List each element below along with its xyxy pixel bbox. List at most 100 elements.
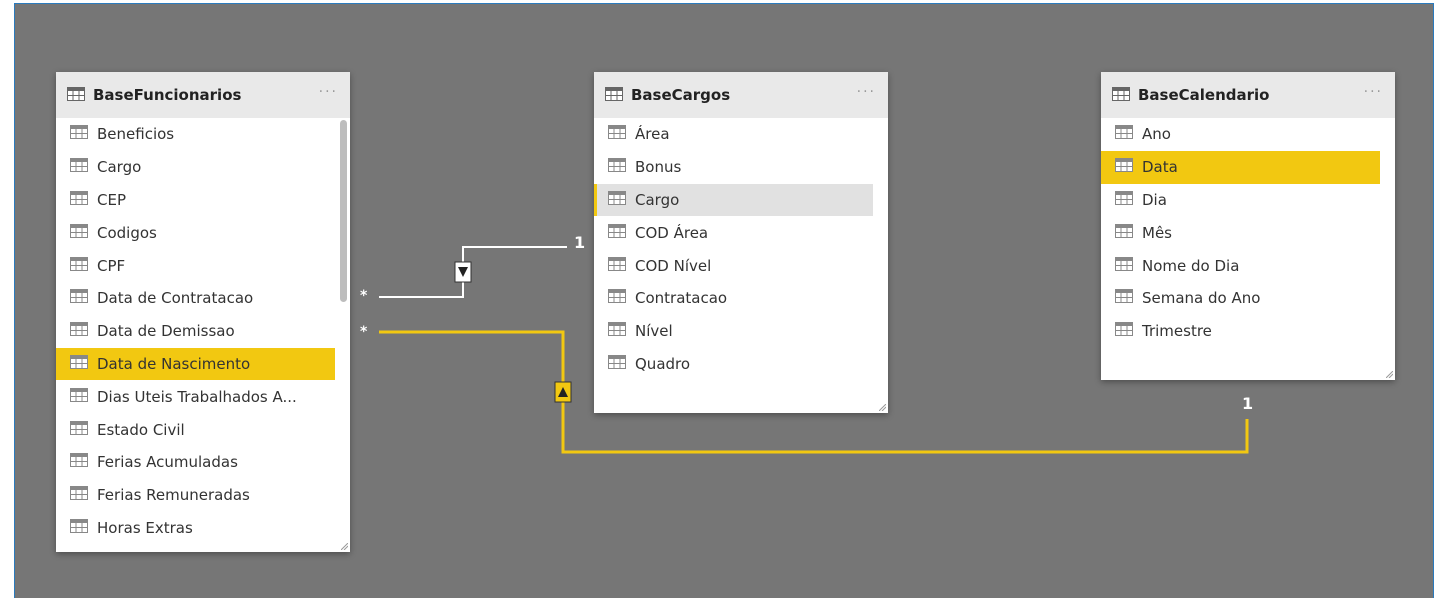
model-canvas[interactable]: * 1 * 1 BaseFuncionarios ··· Beneficios … — [14, 3, 1434, 598]
field-label: Nome do Dia — [1142, 256, 1240, 275]
field-label: Ano — [1142, 125, 1171, 144]
field-item-highlighted[interactable]: Data — [1101, 150, 1380, 184]
more-options-icon[interactable]: ··· — [1364, 84, 1383, 100]
field-item[interactable]: Codigos — [56, 216, 350, 249]
field-label: Semana do Ano — [1142, 289, 1261, 308]
field-item-highlighted[interactable]: Data de Nascimento — [56, 347, 335, 381]
field-label: COD Nível — [635, 256, 712, 275]
table-icon — [70, 453, 88, 471]
table-icon — [608, 289, 626, 307]
field-item[interactable]: Ferias Acumuladas — [56, 446, 350, 479]
field-item[interactable]: Bonus — [594, 151, 888, 184]
table-icon — [70, 289, 88, 307]
field-item[interactable]: Data de Contratacao — [56, 282, 350, 315]
table-icon — [70, 223, 88, 242]
one-marker-calendario: 1 — [1242, 394, 1254, 413]
table-icon — [1115, 256, 1133, 275]
field-label: Data de Contratacao — [97, 289, 254, 308]
field-item[interactable]: Beneficios — [56, 118, 350, 151]
more-options-icon[interactable]: ··· — [857, 84, 876, 100]
field-label: Trimestre — [1142, 322, 1212, 341]
field-item[interactable]: Área — [594, 118, 888, 151]
field-label: Beneficios — [97, 125, 175, 144]
relationship-funcionarios-cargos[interactable] — [379, 246, 567, 298]
resize-grip-icon[interactable] — [341, 543, 348, 550]
table-title: BaseCalendario — [1138, 86, 1270, 104]
field-label: Bonus — [635, 158, 682, 177]
table-icon — [608, 322, 626, 340]
table-icon — [70, 518, 88, 537]
one-marker-cargos: 1 — [574, 233, 586, 252]
table-card-basefuncionarios[interactable]: BaseFuncionarios ··· Beneficios Cargo CE… — [56, 72, 350, 552]
field-item[interactable]: Quadro — [594, 348, 888, 381]
table-icon — [70, 256, 88, 275]
table-icon — [605, 86, 623, 105]
field-label: Quadro — [635, 354, 691, 373]
field-label: Data de Demissao — [97, 322, 235, 341]
table-icon — [70, 354, 88, 373]
table-icon — [608, 190, 626, 209]
field-label: Estado Civil — [97, 420, 185, 439]
field-label: Horas Extras — [97, 518, 193, 537]
field-item[interactable]: Cargo — [56, 151, 350, 184]
field-label: Mês — [1142, 223, 1172, 242]
field-label: CEP — [97, 190, 126, 209]
table-header[interactable]: BaseFuncionarios ··· — [56, 72, 350, 118]
field-item[interactable]: Horas Extras — [56, 512, 350, 545]
field-item[interactable]: Data de Demissao — [56, 315, 350, 348]
table-icon — [70, 420, 88, 439]
table-icon — [608, 354, 626, 373]
field-item[interactable]: Semana do Ano — [1101, 282, 1395, 315]
field-item[interactable]: Estado Civil — [56, 413, 350, 446]
field-item[interactable]: COD Área — [594, 216, 888, 249]
many-marker-cargos: * — [360, 288, 368, 304]
field-label: Dia — [1142, 190, 1167, 209]
table-icon — [1115, 322, 1133, 340]
field-item[interactable]: CPF — [56, 249, 350, 282]
table-icon — [1115, 223, 1133, 242]
table-icon — [70, 158, 88, 176]
resize-grip-icon[interactable] — [879, 404, 886, 411]
table-header[interactable]: BaseCalendario ··· — [1101, 72, 1395, 118]
field-item[interactable]: Nível — [594, 315, 888, 348]
field-item[interactable]: Dia — [1101, 184, 1395, 217]
table-title: BaseCargos — [631, 86, 731, 104]
many-marker-calendario: * — [360, 324, 368, 340]
table-icon — [70, 190, 88, 209]
field-list: Beneficios Cargo CEP Codigos CPF Data de… — [56, 118, 350, 544]
table-title: BaseFuncionarios — [93, 86, 242, 104]
field-item[interactable]: CEP — [56, 184, 350, 217]
table-icon — [1112, 86, 1130, 105]
field-label: Cargo — [97, 158, 142, 177]
more-options-icon[interactable]: ··· — [319, 84, 338, 100]
table-card-basecalendario[interactable]: BaseCalendario ··· Ano Data Dia Mês Nome… — [1101, 72, 1395, 380]
field-label: Nível — [635, 322, 673, 341]
field-label: Codigos — [97, 223, 157, 242]
field-item[interactable]: Ano — [1101, 118, 1395, 151]
table-icon — [70, 486, 88, 504]
field-item[interactable]: Contratacao — [594, 282, 888, 315]
field-label: COD Área — [635, 223, 709, 242]
field-list: Área Bonus Cargo COD Área COD Nível Cont… — [594, 118, 888, 380]
field-item[interactable]: COD Nível — [594, 249, 888, 282]
field-item[interactable]: Ferias Remuneradas — [56, 479, 350, 512]
table-icon — [1115, 289, 1133, 307]
table-icon — [70, 387, 88, 406]
table-card-basecargos[interactable]: BaseCargos ··· Área Bonus Cargo COD Área… — [594, 72, 888, 413]
table-icon — [1115, 158, 1133, 176]
field-item-selected[interactable]: Cargo — [594, 183, 873, 217]
scrollbar[interactable] — [340, 120, 347, 302]
table-header[interactable]: BaseCargos ··· — [594, 72, 888, 118]
table-icon — [1115, 125, 1133, 143]
field-label: CPF — [97, 256, 126, 275]
field-item[interactable]: Nome do Dia — [1101, 249, 1395, 282]
table-icon — [1115, 190, 1133, 209]
table-icon — [608, 125, 626, 143]
field-item[interactable]: Trimestre — [1101, 315, 1395, 348]
table-icon — [70, 322, 88, 340]
field-item[interactable]: Mês — [1101, 216, 1395, 249]
field-item[interactable]: Dias Uteis Trabalhados A... — [56, 380, 350, 413]
resize-grip-icon[interactable] — [1386, 371, 1393, 378]
field-list: Ano Data Dia Mês Nome do Dia Semana do A… — [1101, 118, 1395, 348]
table-icon — [608, 158, 626, 176]
